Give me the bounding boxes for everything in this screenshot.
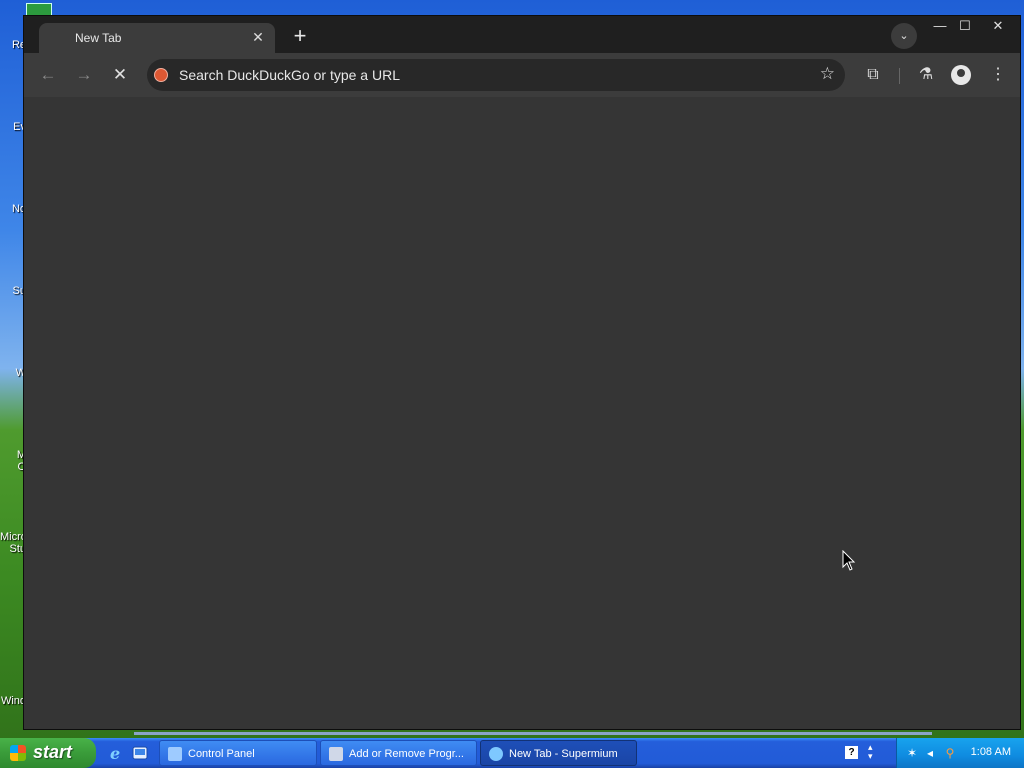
tab-new-tab[interactable]: New Tab ✕ [39, 23, 275, 53]
stop-button[interactable]: ✕ [108, 64, 132, 86]
address-bar-placeholder: Search DuckDuckGo or type a URL [179, 67, 400, 83]
toolbar-separator [899, 68, 900, 84]
tab-close-icon[interactable]: ✕ [249, 28, 267, 46]
help-icon[interactable]: ? [845, 746, 858, 759]
close-window-button[interactable]: ✕ [982, 16, 1014, 38]
duckduckgo-icon [154, 68, 168, 82]
volume-icon[interactable]: ◂ [923, 746, 937, 760]
page-content[interactable] [24, 97, 1020, 729]
clock[interactable]: 1:08 AM [971, 746, 1011, 758]
supermium-icon [489, 747, 503, 761]
internet-explorer-icon[interactable]: e [108, 744, 126, 762]
start-button[interactable]: start [0, 738, 96, 768]
back-button[interactable]: ← [36, 64, 60, 86]
windows-logo-icon [10, 745, 26, 761]
address-bar[interactable]: Search DuckDuckGo or type a URL ☆ [147, 59, 845, 91]
profile-avatar-icon[interactable] [951, 65, 971, 85]
mouse-cursor-icon [842, 550, 856, 571]
taskbar-item-label: Add or Remove Progr... [349, 748, 464, 760]
taskbar-item-label: New Tab - Supermium [509, 748, 618, 760]
taskbar-item-control-panel[interactable]: Control Panel [159, 740, 317, 766]
new-tab-button[interactable]: + [287, 25, 313, 49]
tab-title: New Tab [75, 31, 122, 45]
tab-search-button[interactable]: ⌄ [891, 23, 917, 49]
extensions-icon[interactable]: ⧉ [861, 63, 885, 87]
forward-button[interactable]: → [72, 64, 96, 86]
maximize-button[interactable]: ☐ [949, 16, 981, 38]
taskbar-item-new-tab-supermium[interactable]: New Tab - Supermium [480, 740, 637, 766]
taskbar-item-add-remove-programs[interactable]: Add or Remove Progr... [320, 740, 477, 766]
browser-window: New Tab ✕ + ⌄ — ☐ ✕ ← → ✕ Search DuckDuc… [23, 15, 1021, 735]
add-remove-programs-icon [329, 747, 343, 761]
network-icon[interactable]: ✶ [905, 746, 919, 760]
control-panel-icon [168, 747, 182, 761]
svg-text:e: e [110, 744, 120, 762]
menu-kebab-icon[interactable]: ⋮ [986, 63, 1010, 87]
labs-flask-icon[interactable]: ⚗ [914, 63, 938, 87]
horizontal-scrollbar[interactable] [134, 732, 932, 735]
tab-strip: New Tab ✕ + ⌄ — ☐ ✕ [24, 16, 1020, 53]
search-tray-icon[interactable]: ⚲ [943, 746, 957, 760]
browser-toolbar: ← → ✕ Search DuckDuckGo or type a URL ☆ … [24, 53, 1020, 97]
show-desktop-icon[interactable] [131, 744, 149, 762]
start-label: start [33, 742, 73, 762]
taskbar-item-label: Control Panel [188, 748, 255, 760]
system-tray: ✶ ◂ ⚲ 1:08 AM [896, 738, 1024, 768]
language-bar-arrows-icon[interactable]: ▴ ▾ [868, 743, 873, 761]
bookmark-star-icon[interactable]: ☆ [820, 64, 835, 84]
taskbar: start e Control Panel Add or Remove Prog… [0, 738, 1024, 768]
